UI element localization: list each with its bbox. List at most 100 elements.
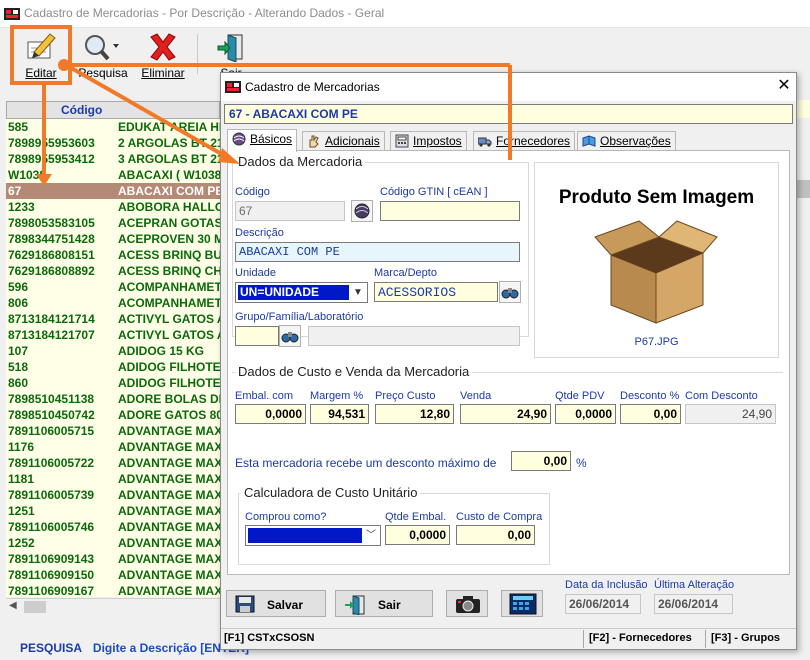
- list-item[interactable]: 7898053583105 ACEPRAN GOTAS: [6, 215, 220, 231]
- pesquisa-label: PESQUISA: [20, 641, 82, 655]
- codigo-field[interactable]: 67: [235, 201, 345, 221]
- list-item-descricao: ACTIVYL GATOS A: [118, 312, 220, 326]
- chevron-down-icon[interactable]: ﹀: [363, 527, 379, 544]
- list-item-descricao: 3 ARGOLAS BT 21: [118, 152, 220, 166]
- list-item-codigo: 7891106909143: [8, 552, 95, 566]
- marca-search-button[interactable]: [499, 281, 521, 303]
- list-item[interactable]: 7898955953412 3 ARGOLAS BT 21: [6, 151, 220, 167]
- list-item[interactable]: 7891106005746 ADVANTAGE MAX: [6, 519, 220, 535]
- tab-fornecedores[interactable]: Fornecedores: [473, 131, 576, 151]
- list-item[interactable]: 806 ACOMPANHAMET: [6, 295, 220, 311]
- list-item[interactable]: 107 ADIDOG 15 KG: [6, 343, 220, 359]
- tab-adicionais-label: Adicionais: [325, 134, 380, 148]
- list-item[interactable]: 7891106909167 ADVANTAGE MAX: [6, 583, 220, 597]
- list-item[interactable]: 7891106005715 ADVANTAGE MAX: [6, 423, 220, 439]
- pesquisa-button[interactable]: Pesquisa: [76, 30, 130, 82]
- marca-field[interactable]: ACESSORIOS: [374, 282, 498, 302]
- list-header[interactable]: Código: [6, 101, 220, 119]
- inclusao-label: Data da Inclusão: [565, 579, 648, 591]
- scroll-thumb[interactable]: [24, 601, 46, 613]
- list-item[interactable]: 7629186808892 ACESS BRINQ CHA: [6, 263, 220, 279]
- desconto-maximo-field[interactable]: 0,00: [511, 451, 571, 471]
- unidade-value: UN=UNIDADE: [238, 285, 349, 300]
- list-item[interactable]: 596 ACOMPANHAMET: [6, 279, 220, 295]
- list-item[interactable]: 7898510450742 ADORE GATOS 80: [6, 407, 220, 423]
- list-item[interactable]: 7891106909143 ADVANTAGE MAX: [6, 551, 220, 567]
- product-list[interactable]: 585 EDUKAT AREIA HI 7898955953603 2 ARGOLAS…: [6, 119, 220, 597]
- list-item[interactable]: 7898344751428 ACEPROVEN 30 M: [6, 231, 220, 247]
- list-item[interactable]: 518 ADIDOG FILHOTE: [6, 359, 220, 375]
- list-item-descricao: ADVANTAGE MAX: [118, 584, 220, 597]
- scroll-left-icon[interactable]: ◀: [9, 600, 17, 611]
- editar-button[interactable]: Editar: [12, 30, 70, 82]
- tab-adicionais[interactable]: Adicionais: [302, 131, 385, 151]
- status-bar: [F1] CSTxCSOSN [F2] - Fornecedores [F3] …: [221, 628, 796, 649]
- margem-field[interactable]: 94,531: [310, 404, 369, 424]
- list-item[interactable]: 860 ADIDOG FILHOTE: [6, 375, 220, 391]
- grupo-field[interactable]: [235, 326, 279, 346]
- descricao-label: Descrição: [235, 227, 284, 239]
- list-item-codigo: W1038: [8, 168, 47, 182]
- list-item[interactable]: 67 ABACAXI COM PE: [6, 183, 220, 199]
- descricao-field[interactable]: ABACAXI COM PE: [235, 242, 520, 262]
- yarn-ball-icon: [354, 203, 370, 219]
- eliminar-label: Eliminar: [141, 66, 185, 80]
- status-f3[interactable]: [F3] - Grupos: [711, 632, 780, 644]
- list-item-descricao: ABOBORA HALLO: [118, 200, 220, 214]
- list-item[interactable]: 585 EDUKAT AREIA HI: [6, 119, 220, 135]
- list-item[interactable]: 7891106005739 ADVANTAGE MAX: [6, 487, 220, 503]
- chevron-down-icon[interactable]: ▼: [350, 284, 366, 301]
- camera-button[interactable]: [446, 590, 488, 617]
- list-item[interactable]: 7898955953603 2 ARGOLAS BT 21: [6, 135, 220, 151]
- close-icon[interactable]: ✕: [773, 75, 795, 97]
- status-f1[interactable]: [F1] CSTxCSOSN: [224, 632, 314, 644]
- status-f2[interactable]: [F2] - Fornecedores: [589, 632, 692, 644]
- comprou-select[interactable]: ﹀: [245, 525, 381, 546]
- list-item[interactable]: 1233 ABOBORA HALLO: [6, 199, 220, 215]
- list-item[interactable]: 7891106005722 ADVANTAGE MAX: [6, 455, 220, 471]
- image-title: Produto Sem Imagem: [558, 187, 755, 208]
- desconto-maximo-suffix: %: [576, 456, 587, 470]
- list-item[interactable]: 1251 ADVANTAGE MAX: [6, 503, 220, 519]
- list-item[interactable]: 8713184121707 ACTIVYL GATOS A: [6, 327, 220, 343]
- list-item-descricao: ACESS BRINQ BUI: [118, 248, 220, 262]
- list-item-codigo: 7891106909150: [8, 568, 95, 582]
- custo-compra-field[interactable]: 0,00: [456, 525, 535, 545]
- tab-basicos[interactable]: Básicos: [227, 129, 298, 152]
- tab-fornecedores-label: Fornecedores: [496, 134, 571, 148]
- alteracao-field: 26/06/2014: [654, 594, 733, 614]
- grupo-search-button[interactable]: [279, 325, 301, 347]
- list-item[interactable]: 1181 ADVANTAGE MAX: [6, 471, 220, 487]
- tab-panel-basicos: Dados da Mercadoria Código 67 Código GTI…: [227, 150, 790, 575]
- pesquisa-label: Pesquisa: [78, 66, 128, 80]
- list-item[interactable]: 1252 ADVANTAGE MAX: [6, 535, 220, 551]
- list-item[interactable]: 7891106909150 ADVANTAGE MAX: [6, 567, 220, 583]
- desconto-field[interactable]: 0,00: [620, 404, 681, 424]
- tab-observacoes[interactable]: Observações: [577, 131, 676, 151]
- list-item[interactable]: 8713184121714 ACTIVYL GATOS A: [6, 311, 220, 327]
- marca-label: Marca/Depto: [374, 267, 437, 279]
- horizontal-scrollbar[interactable]: ◀: [6, 598, 220, 614]
- list-item[interactable]: W1038 ABACAXI ( W1038: [6, 167, 220, 183]
- list-item[interactable]: 1176 ADVANTAGE MAX: [6, 439, 220, 455]
- list-item-codigo: 7898955953412: [8, 152, 95, 166]
- edit-pencil-icon: [27, 33, 56, 59]
- qtde-pdv-field[interactable]: 0,0000: [555, 404, 616, 424]
- pesquisa-bar: PESQUISA Digite a Descrição [ENTER]: [20, 641, 249, 655]
- list-item[interactable]: 7898510451138 ADORE BOLAS DE: [6, 391, 220, 407]
- unidade-select[interactable]: UN=UNIDADE ▼: [235, 282, 368, 303]
- list-item-descricao: ADIDOG 15 KG: [118, 344, 205, 358]
- eliminar-button[interactable]: Eliminar: [136, 30, 190, 82]
- gtin-field[interactable]: [380, 201, 520, 221]
- preco-custo-field[interactable]: 12,80: [375, 404, 454, 424]
- calculator-button[interactable]: [501, 590, 543, 617]
- codigo-lookup-button[interactable]: [351, 200, 373, 222]
- qtde-embal-field[interactable]: 0,0000: [385, 525, 450, 545]
- salvar-button[interactable]: Salvar: [226, 590, 326, 617]
- venda-field[interactable]: 24,90: [460, 404, 551, 424]
- embal-field[interactable]: 0,0000: [235, 404, 306, 424]
- sair-button[interactable]: Sair: [335, 590, 433, 617]
- tab-impostos[interactable]: Impostos: [390, 131, 467, 151]
- list-item[interactable]: 7629186808151 ACESS BRINQ BUI: [6, 247, 220, 263]
- venda-label: Venda: [460, 390, 492, 402]
